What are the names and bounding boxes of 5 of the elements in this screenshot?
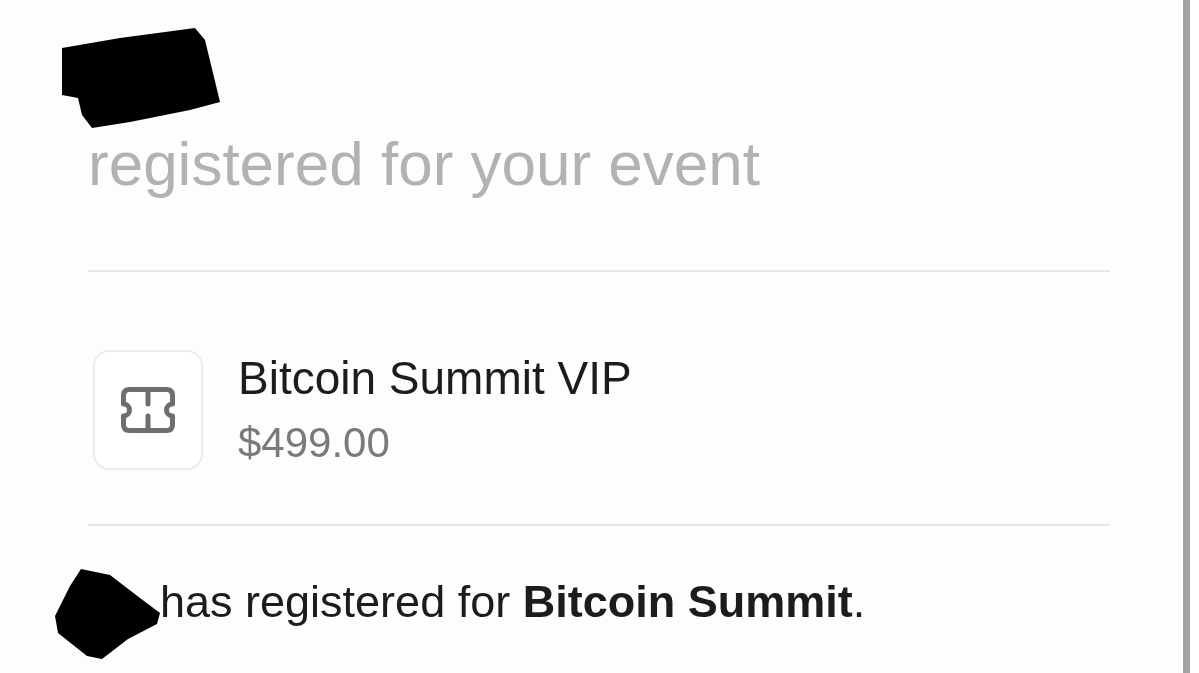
ticket-name: Bitcoin Summit VIP xyxy=(238,351,632,405)
notification-title: registered for your event xyxy=(88,128,761,200)
ticket-icon xyxy=(121,387,175,433)
registration-message: has registered for Bitcoin Summit. xyxy=(160,576,866,628)
ticket-price: $499.00 xyxy=(238,419,391,467)
